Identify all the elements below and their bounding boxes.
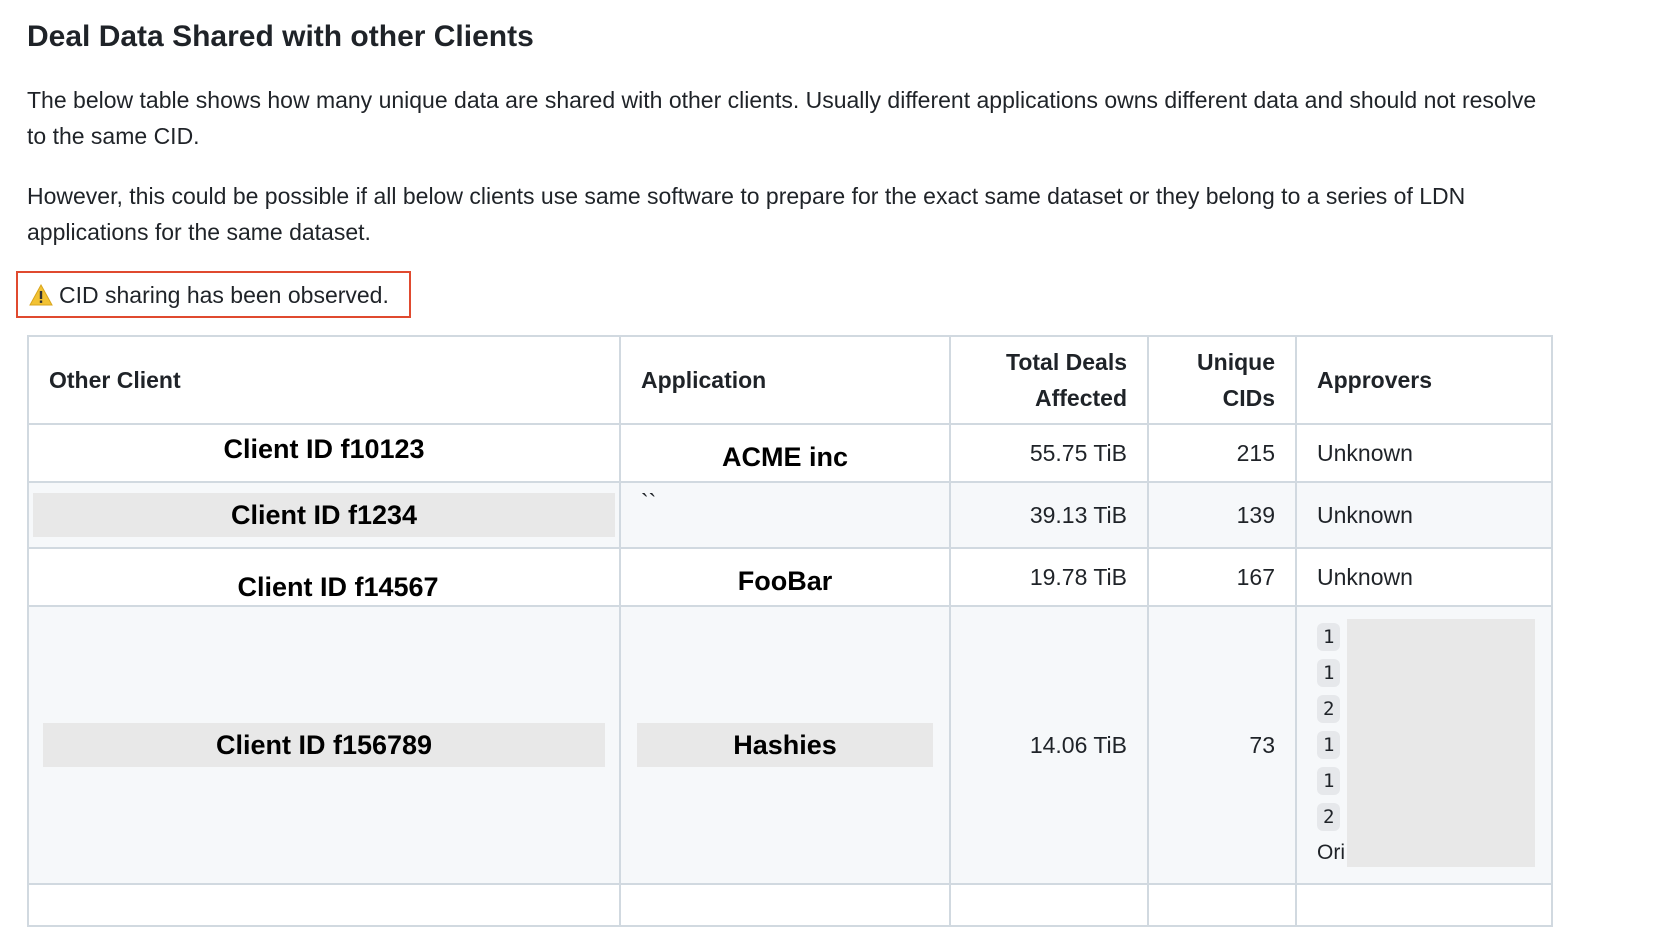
client-id: Client ID f14567 bbox=[237, 571, 439, 602]
table-row: Client ID f1234 `` 39.13 TiB 139 Unknown bbox=[27, 481, 1553, 549]
header-unique-cids-line2: CIDs bbox=[1222, 385, 1275, 411]
application-cell: ACME inc bbox=[619, 423, 951, 483]
table-row: Client ID f10123 ACME inc 55.75 TiB 215 … bbox=[27, 423, 1553, 483]
client-id: Client ID f1234 bbox=[33, 493, 615, 537]
header-other-client: Other Client bbox=[27, 335, 621, 425]
total-deals-cell: 55.75 TiB bbox=[949, 423, 1149, 483]
approvers-cell: Unknown bbox=[1295, 547, 1553, 607]
application-cell: `` bbox=[619, 481, 951, 549]
warning-text: CID sharing has been observed. bbox=[59, 282, 389, 308]
approvers-cell: 1 1 2 1 1 2 Ori bbox=[1295, 605, 1553, 885]
total-deals-cell bbox=[949, 883, 1149, 927]
application-cell bbox=[619, 883, 951, 927]
description-paragraph: The below table shows how many unique da… bbox=[27, 87, 1537, 149]
header-total-deals-line1: Total Deals bbox=[1006, 349, 1127, 375]
redacted-approvers bbox=[1347, 619, 1535, 867]
client-cell: Client ID f10123 bbox=[27, 423, 621, 483]
application-name: FooBar bbox=[737, 565, 833, 596]
table-row: Client ID f156789 Hashies 14.06 TiB 73 1… bbox=[27, 605, 1553, 885]
total-deals-cell: 39.13 TiB bbox=[949, 481, 1149, 549]
header-approvers: Approvers bbox=[1295, 335, 1553, 425]
total-deals-cell: 14.06 TiB bbox=[949, 605, 1149, 885]
table-header-row: Other Client Application Total Deals Aff… bbox=[27, 335, 1553, 425]
shared-clients-table: Other Client Application Total Deals Aff… bbox=[27, 335, 1553, 927]
section-title: Deal Data Shared with other Clients bbox=[27, 20, 534, 53]
table-row: Client ID f14567 FooBar 19.78 TiB 167 Un… bbox=[27, 547, 1553, 607]
client-cell: Client ID f14567 bbox=[27, 547, 621, 607]
client-cell: Client ID f1234 bbox=[27, 481, 621, 549]
header-unique-cids-line1: Unique bbox=[1197, 349, 1275, 375]
approver-count-badge: 1 bbox=[1317, 659, 1341, 687]
cid-sharing-warning: CID sharing has been observed. bbox=[16, 271, 411, 318]
unique-cids-cell bbox=[1147, 883, 1297, 927]
client-cell bbox=[27, 883, 621, 927]
client-id: Client ID f10123 bbox=[223, 433, 425, 464]
client-id: Client ID f156789 bbox=[43, 723, 605, 767]
application-name: ACME inc bbox=[721, 441, 848, 472]
header-application: Application bbox=[619, 335, 951, 425]
approvers-cell bbox=[1295, 883, 1553, 927]
application-cell: Hashies bbox=[619, 605, 951, 885]
application-name: Hashies bbox=[637, 723, 933, 767]
approver-count-badge: 2 bbox=[1317, 695, 1341, 723]
approver-count-badge: 2 bbox=[1317, 803, 1341, 831]
header-total-deals-line2: Affected bbox=[1034, 385, 1127, 411]
application-cell: FooBar bbox=[619, 547, 951, 607]
unique-cids-cell: 73 bbox=[1147, 605, 1297, 885]
unique-cids-cell: 167 bbox=[1147, 547, 1297, 607]
explanation-paragraph: However, this could be possible if all b… bbox=[27, 183, 1466, 245]
total-deals-cell: 19.78 TiB bbox=[949, 547, 1149, 607]
header-total-deals: Total Deals Affected bbox=[949, 335, 1149, 425]
unique-cids-cell: 139 bbox=[1147, 481, 1297, 549]
approver-count-badge: 1 bbox=[1317, 767, 1341, 795]
approvers-cell: Unknown bbox=[1295, 423, 1553, 483]
approver-count-badge: 1 bbox=[1317, 623, 1341, 651]
approver-count-badge: 1 bbox=[1317, 731, 1341, 759]
table-row-partial bbox=[27, 883, 1553, 927]
unique-cids-cell: 215 bbox=[1147, 423, 1297, 483]
approvers-cell: Unknown bbox=[1295, 481, 1553, 549]
header-unique-cids: Unique CIDs bbox=[1147, 335, 1297, 425]
warning-icon bbox=[29, 284, 53, 306]
client-cell: Client ID f156789 bbox=[27, 605, 621, 885]
